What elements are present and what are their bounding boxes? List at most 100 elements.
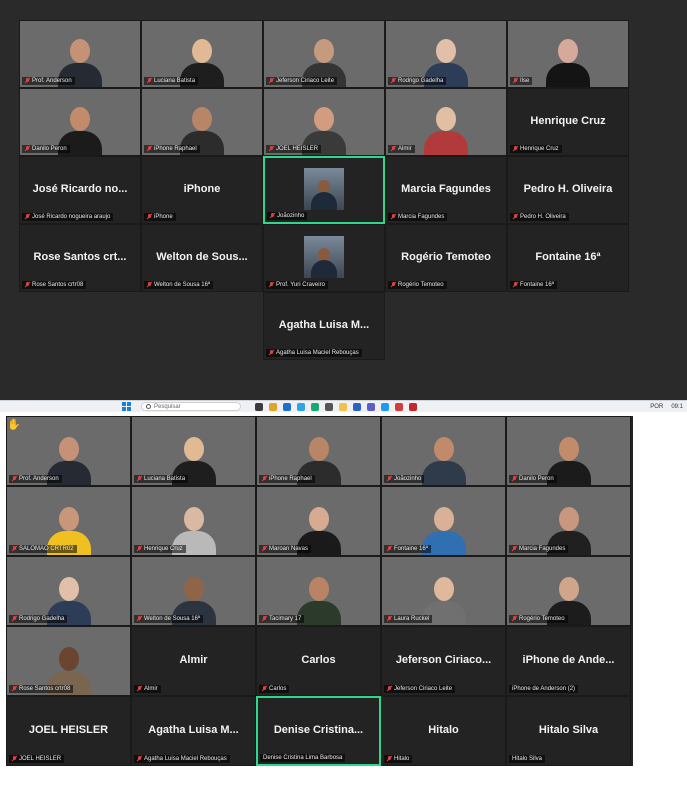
participant-tile[interactable]: José Ricardo no... José Ricardo nogueira … [19,156,141,224]
participant-name: Joãozinho [277,213,305,219]
participant-name-label: Maroan Navas [259,545,312,553]
participant-display-name: Agatha Luisa M... [278,318,370,331]
participant-tile[interactable]: Fontaine 16ª Fontaine 16ª [507,224,629,292]
app-icon[interactable] [283,402,291,411]
participant-display-name: Hitalo Silva [538,723,599,736]
participant-tile[interactable]: Luciana Batista [141,20,263,88]
participant-tile[interactable]: Carlos Carlos [256,626,381,696]
participant-tile[interactable]: iPhone de Ande... iPhone de Anderson (2) [506,626,631,696]
participant-name-label: Hitalo Silva [509,755,546,763]
participant-display-name: Hitalo [428,723,459,736]
participant-tile[interactable]: JOEL HEISLER JOEL HEISLER [6,696,131,766]
participant-tile[interactable]: Marcia Fagundes [506,486,631,556]
participant-tile[interactable]: Almir [385,88,507,156]
participant-tile[interactable]: Prof. Anderson [6,416,131,486]
participant-tile[interactable]: SALOMÃO CRTR02 [6,486,131,556]
app-icon[interactable] [367,402,375,411]
tray-time[interactable]: 09:1 [671,404,683,410]
app-icon[interactable] [381,402,389,411]
participant-tile[interactable]: Joãozinho [263,156,385,224]
participant-tile[interactable]: Marcia Fagundes Marcia Fagundes [385,156,507,224]
system-tray: POR 09:1 [650,404,683,410]
participant-tile[interactable]: Denise Cristina... Denise Cristina Lima B… [256,696,381,766]
participant-tile[interactable]: Rodrigo Gadelha [6,556,131,626]
participant-name-label: Henrique Cruz [510,145,562,153]
participant-tile[interactable]: Tacimary 17 [256,556,381,626]
participant-name: Rodrigo Gadelha [398,78,444,84]
participant-name-label: Welton de Sousa 16ª [144,281,214,289]
participant-tile[interactable]: Rogério Temoteo Rogério Temoteo [385,224,507,292]
participant-name-label: Marcia Fagundes [509,545,569,553]
participant-tile[interactable]: Prof. Anderson [19,20,141,88]
app-icon[interactable] [311,402,319,411]
participant-tile[interactable]: Prof. Yuri Craveiro [263,224,385,292]
participant-name: JOEL HEISLER [276,146,319,152]
folder-icon[interactable] [339,402,347,411]
participant-display-name: Fontaine 16ª [535,250,601,263]
participant-tile[interactable]: Fontaine 16ª [381,486,506,556]
participant-name-label: Joãozinho [267,212,308,220]
app-icon[interactable] [325,402,333,411]
participant-name: Marcia Fagundes [519,546,566,552]
participant-tile[interactable]: Almir Almir [131,626,256,696]
participant-name: José Ricardo nogueira araujo [32,214,111,220]
participant-tile[interactable]: Ilse [507,20,629,88]
participant-name-label: Tacimary 17 [259,615,305,623]
participant-tile[interactable]: Agatha Luisa M... Agatha Luisa Maciel Reb… [131,696,256,766]
windows-start-icon[interactable] [122,402,131,411]
participant-tile[interactable]: Pedro H. Oliveira Pedro H. Oliveira [507,156,629,224]
participant-name: Agatha Luisa Maciel Rebouças [144,756,227,762]
participant-tile[interactable]: Rogério Temoteo [506,556,631,626]
participant-name-label: Almir [388,145,415,153]
mic-muted-icon [387,756,392,762]
app-icon[interactable] [409,402,417,411]
participant-tile[interactable]: iPhone Raphael [141,88,263,156]
participant-tile[interactable]: Hitalo Silva Hitalo Silva [506,696,631,766]
participant-tile[interactable]: Jeferson Ciriaco Leite [263,20,385,88]
participant-tile[interactable]: Danilo Peron [506,416,631,486]
participant-tile[interactable]: Laura Ruckel [381,556,506,626]
participant-tile[interactable]: Welton de Sousa 16ª [131,556,256,626]
participant-name: Hitalo [394,756,410,762]
participant-tile[interactable]: Rose Santos crt... Rose Santos crtr08 [19,224,141,292]
mic-muted-icon [387,476,392,482]
participant-name-label: Danilo Peron [22,145,70,153]
meeting-screenshot-2: Prof. Anderson Luciana Batista iPhone Raph… [0,412,687,802]
participant-tile[interactable]: Danilo Peron [19,88,141,156]
participant-tile[interactable]: Henrique Cruz Henrique Cruz [507,88,629,156]
participant-tile[interactable]: Rodrigo Gadelha [385,20,507,88]
participant-name: Laura Ruckel [394,616,430,622]
participant-name-label: JOEL HEISLER [9,755,65,763]
participant-tile[interactable]: Luciana Batista [131,416,256,486]
mic-muted-icon [513,78,518,84]
participant-tile[interactable]: Agatha Luisa M... Agatha Luisa Maciel Reb… [263,292,385,360]
participant-name-label: iPhone de Anderson (2) [509,685,579,693]
participant-name-label: iPhone Raphael [259,475,315,483]
mic-muted-icon [12,616,17,622]
participant-name-label: Welton de Sousa 16ª [134,615,204,623]
app-icon[interactable] [255,402,263,411]
participant-tile[interactable]: Hitalo Hitalo [381,696,506,766]
app-icon[interactable] [297,402,305,411]
participant-tile[interactable]: JOEL HEISLER [263,88,385,156]
app-icon[interactable] [269,402,277,411]
app-icon[interactable] [395,402,403,411]
participant-tile[interactable]: Rose Santos crtr08 [6,626,131,696]
mic-muted-icon [262,616,267,622]
participant-tile[interactable]: Welton de Sous... Welton de Sousa 16ª [141,224,263,292]
participant-tile[interactable]: iPhone iPhone [141,156,263,224]
tray-lang[interactable]: POR [650,404,663,410]
participant-tile[interactable]: Jeferson Ciriaco... Jeferson Ciriaco Leit… [381,626,506,696]
taskbar-search-box[interactable]: Pesquisar [141,402,241,411]
participant-name-label: Fontaine 16ª [510,281,557,289]
participant-tile[interactable]: Maroan Navas [256,486,381,556]
participant-name: Luciana Batista [144,476,186,482]
mic-muted-icon [270,213,275,219]
mic-muted-icon [12,686,17,692]
participant-tile[interactable]: iPhone Raphael [256,416,381,486]
participant-name-label: Hitalo [384,755,413,763]
mic-muted-icon [262,686,267,692]
participant-tile[interactable]: Henrique Cruz [131,486,256,556]
app-icon[interactable] [353,402,361,411]
participant-tile[interactable]: Joãozinho [381,416,506,486]
